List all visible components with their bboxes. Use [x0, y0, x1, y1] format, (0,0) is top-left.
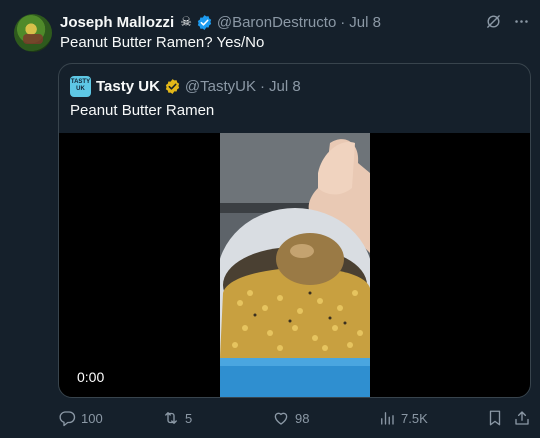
reply-count: 100: [81, 410, 103, 426]
quoted-author-handle[interactable]: @TastyUK: [185, 78, 256, 95]
retweet-button[interactable]: 5: [162, 407, 192, 429]
views-icon: [381, 412, 394, 425]
author-name[interactable]: Joseph Mallozzi: [60, 14, 174, 31]
bookmark-button[interactable]: [486, 407, 509, 429]
quoted-tweet[interactable]: TASTY UK Tasty UK @TastyUK · Jul 8 Peanu…: [58, 63, 531, 398]
quoted-tweet-text: Peanut Butter Ramen: [70, 102, 215, 119]
quoted-date[interactable]: Jul 8: [269, 78, 301, 95]
video-time: 0:00: [77, 369, 105, 385]
tweet-actions: 100 5 98 7.5K: [58, 407, 533, 429]
retweet-count: 5: [185, 410, 193, 426]
reply-icon: [59, 411, 76, 427]
bookmark-icon: [489, 410, 501, 426]
share-button[interactable]: [513, 407, 536, 429]
more-icon[interactable]: [512, 12, 530, 30]
like-button[interactable]: 98: [272, 407, 309, 429]
tweet[interactable]: Joseph Mallozzi ☠ @BaronDestructo · Jul …: [0, 0, 540, 438]
separator-dot: ·: [340, 13, 346, 31]
heart-icon: [274, 412, 288, 425]
quoted-separator-dot: ·: [259, 77, 265, 95]
verified-gold-badge-icon: [165, 78, 180, 94]
quoted-author-name[interactable]: Tasty UK: [96, 78, 160, 95]
views-count: 7.5K: [401, 410, 428, 426]
author-handle[interactable]: @BaronDestructo: [217, 14, 336, 31]
verified-badge-icon: [197, 14, 212, 30]
retweet-icon: [165, 412, 177, 424]
avatar[interactable]: [14, 14, 52, 52]
skull-icon: ☠: [180, 14, 192, 29]
video-frame: [220, 133, 370, 397]
top-icons: [484, 12, 530, 30]
video-player[interactable]: 0:00: [59, 133, 530, 397]
quoted-avatar[interactable]: TASTY UK: [70, 75, 91, 97]
tweet-header: Joseph Mallozzi ☠ @BaronDestructo · Jul …: [60, 12, 381, 32]
quoted-avatar-text-bottom: UK: [76, 86, 85, 92]
quoted-tweet-header: TASTY UK Tasty UK @TastyUK · Jul 8: [70, 75, 301, 97]
quoted-avatar-text-top: TASTY: [70, 79, 91, 85]
reply-button[interactable]: 100: [58, 407, 103, 429]
tweet-text: Peanut Butter Ramen? Yes/No: [60, 34, 265, 51]
grok-icon[interactable]: [484, 12, 502, 30]
like-count: 98: [295, 410, 310, 426]
tweet-date[interactable]: Jul 8: [349, 14, 381, 31]
share-icon: [515, 411, 529, 425]
views-button[interactable]: 7.5K: [378, 407, 428, 429]
ramen-thumbnail: [220, 133, 370, 397]
